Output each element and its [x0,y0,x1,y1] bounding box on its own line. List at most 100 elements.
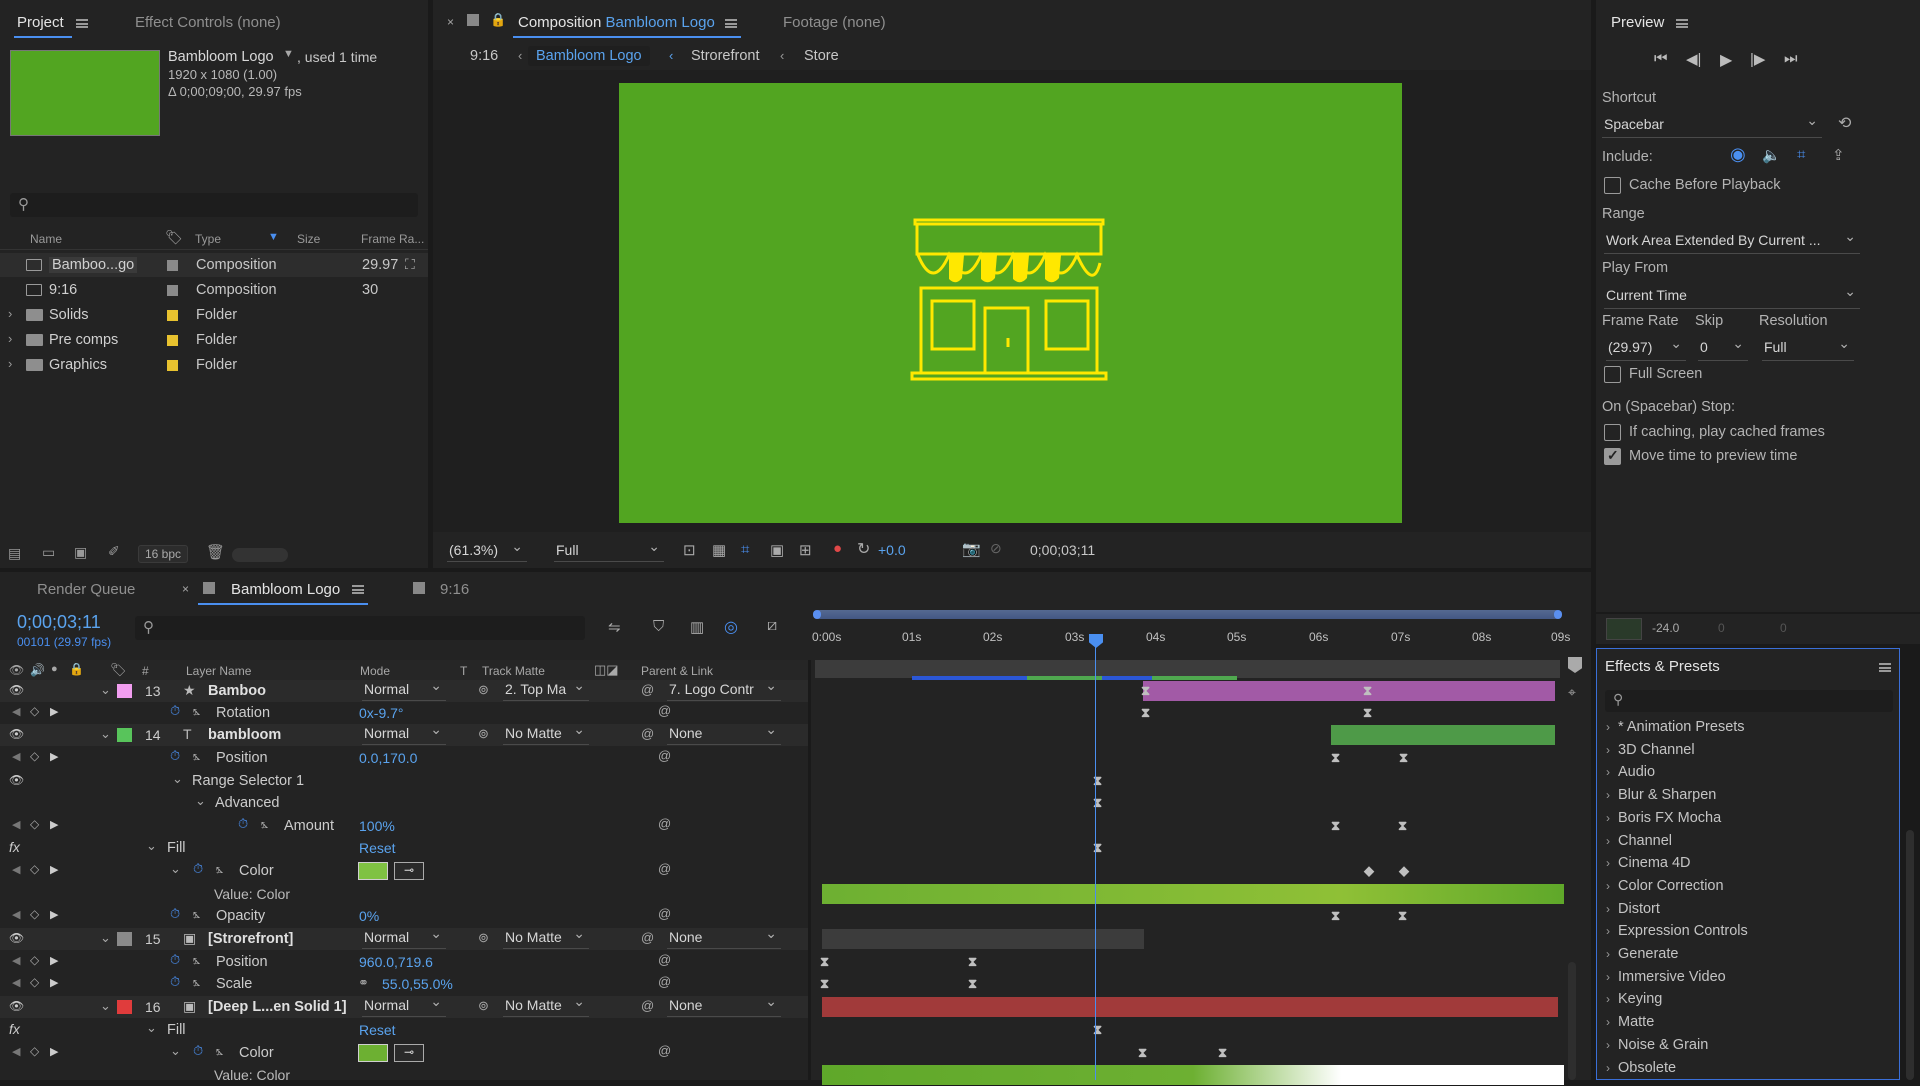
viewer-timecode[interactable]: 0;00;03;11 [1030,542,1095,558]
tab-footage[interactable]: Footage (none) [783,14,886,31]
header-mode[interactable]: Mode [360,664,390,678]
timeline-track[interactable] [0,1065,1591,1086]
label-swatch[interactable] [167,335,178,346]
channel-icon[interactable]: ● [833,540,842,557]
keyframe[interactable]: ⧗ [1141,705,1150,721]
keyframe[interactable]: ⧗ [1331,818,1340,834]
keyframe[interactable]: ◆ [1399,863,1409,879]
preview-menu-icon[interactable] [1676,19,1688,28]
timeline-track[interactable]: ⧗ [0,838,1591,859]
thumbnail-slider[interactable] [232,548,288,562]
preview-title[interactable]: Preview [1611,14,1664,31]
effects-category[interactable]: › Distort [1606,901,1660,917]
if-caching-checkbox[interactable] [1604,424,1621,441]
expand-arrow-icon[interactable]: › [8,356,12,371]
flowchart-icon[interactable]: ⛶ [405,256,415,273]
transparency-grid-icon[interactable]: ▦ [712,541,726,559]
keyframe[interactable]: ⧗ [1398,818,1407,834]
zoom-dropdown[interactable]: (61.3%) [447,538,527,562]
project-item[interactable]: › Pre comps Folder [0,328,428,352]
keyframe[interactable]: ⧗ [1218,1045,1227,1061]
effects-scrollbar[interactable] [1906,830,1914,1080]
effects-category[interactable]: › Immersive Video [1606,969,1726,985]
time-ruler[interactable]: 0:00s 01s 02s 03s 04s 05s 06s 07s 08s 09s [812,610,1570,680]
effects-search-input[interactable]: ⚲ [1605,690,1893,712]
skip-dropdown[interactable]: 0 [1698,335,1748,361]
effects-category[interactable]: › 3D Channel [1606,742,1695,758]
region-of-interest-icon[interactable]: ▣ [770,541,784,559]
draft-3d-icon[interactable]: ⛉ [653,618,664,635]
new-folder-icon[interactable]: ▭ [42,544,55,561]
solo-header-icon[interactable]: ● [51,663,58,675]
timeline-track[interactable] [0,929,1591,950]
interpret-footage-icon[interactable]: ▤ [8,545,21,562]
header-track-matte[interactable]: Track Matte [482,664,545,678]
project-item[interactable]: › Graphics Folder [0,353,428,377]
new-comp-icon[interactable]: ▣ [74,544,87,561]
column-frame-rate[interactable]: Frame Ra... [361,232,424,246]
tab-9-16[interactable]: 9:16 [440,581,469,598]
label-column-icon[interactable]: 🏷 [165,229,183,246]
work-area-end[interactable] [1554,610,1562,619]
effects-category[interactable]: › Matte [1606,1014,1654,1030]
grid-guides-icon[interactable]: ⊞ [799,541,812,559]
keyframe[interactable]: ⧗ [820,976,829,992]
last-frame-icon[interactable]: ⏭ [1784,50,1798,67]
expand-arrow-icon[interactable]: › [8,331,12,346]
panel-divider[interactable] [808,660,811,1080]
keyframe[interactable]: ⧗ [820,954,829,970]
keyframe[interactable]: ⧗ [1363,705,1372,721]
keyframe[interactable]: ⧗ [1331,908,1340,924]
timeline-track[interactable]: ⧗ ⧗ [0,1043,1591,1064]
audio-header-icon[interactable]: 🔊 [30,663,45,677]
trash-icon[interactable]: 🗑 [206,543,225,561]
expand-arrow-icon[interactable]: › [8,306,12,321]
next-frame-icon[interactable]: |▶︎ [1750,50,1765,68]
full-screen-checkbox[interactable] [1604,366,1621,383]
label-swatch[interactable] [167,260,178,271]
timeline-scrollbar[interactable] [1568,962,1576,1080]
motion-blur-icon[interactable]: ◎ [724,617,738,637]
prev-frame-icon[interactable]: ◀︎| [1686,50,1701,68]
comp-dropdown-icon[interactable]: ▼ [283,48,294,60]
include-overlay-icon[interactable]: ⌗ [1797,146,1805,163]
comp-marker-icon[interactable] [1568,657,1582,673]
effects-menu-icon[interactable] [1879,663,1891,672]
cache-checkbox[interactable] [1604,177,1621,194]
effects-category[interactable]: › Boris FX Mocha [1606,810,1721,826]
effects-category[interactable]: › Expression Controls [1606,923,1748,939]
project-item[interactable]: › Solids Folder [0,303,428,327]
effects-category[interactable]: › Audio [1606,764,1655,780]
timeline-track[interactable]: ⧗ ⧗ [0,952,1591,973]
effects-category[interactable]: › Blur & Sharpen [1606,787,1716,803]
timeline-track[interactable]: ◆ ◆ [0,861,1591,882]
breadcrumb-9-16[interactable]: 9:16 [470,48,498,64]
shy-icon[interactable]: ▥ [690,618,704,636]
effects-category[interactable]: › Cinema 4D [1606,855,1691,871]
first-frame-icon[interactable]: ⏮ [1654,50,1668,67]
show-snapshot-icon[interactable]: ⊘ [990,540,1002,557]
label-swatch[interactable] [167,310,178,321]
timeline-track[interactable] [0,997,1591,1018]
keyframe[interactable]: ⧗ [968,954,977,970]
column-name[interactable]: Name [30,232,62,246]
mask-visibility-icon[interactable]: ⌗ [741,541,749,558]
frame-rate-dropdown[interactable]: (29.97) [1606,335,1686,361]
timeline-track[interactable]: ⧗ [0,771,1591,792]
fast-previews-icon[interactable]: ⊡ [683,541,696,559]
project-search-input[interactable]: ⚲ [10,193,418,217]
include-audio-icon[interactable]: 🔈 [1762,146,1781,164]
play-icon[interactable]: ▶︎ [1720,50,1732,70]
graph-editor-icon[interactable]: ⧄ [767,617,777,635]
timeline-track[interactable]: ⧗ ⧗ [0,974,1591,995]
shortcut-dropdown[interactable]: Spacebar [1602,112,1822,138]
keyframe[interactable]: ⧗ [1398,908,1407,924]
lock-header-icon[interactable]: 🔒 [69,662,84,676]
effects-category[interactable]: › Color Correction [1606,878,1724,894]
timeline-track[interactable]: ⧗ ⧗ [0,906,1591,927]
composition-canvas[interactable] [619,83,1402,523]
tab-effect-controls[interactable]: Effect Controls (none) [135,14,281,31]
timeline-track[interactable] [0,725,1591,746]
comp-name[interactable]: Bambloom Logo [168,49,274,65]
column-size[interactable]: Size [297,232,320,246]
